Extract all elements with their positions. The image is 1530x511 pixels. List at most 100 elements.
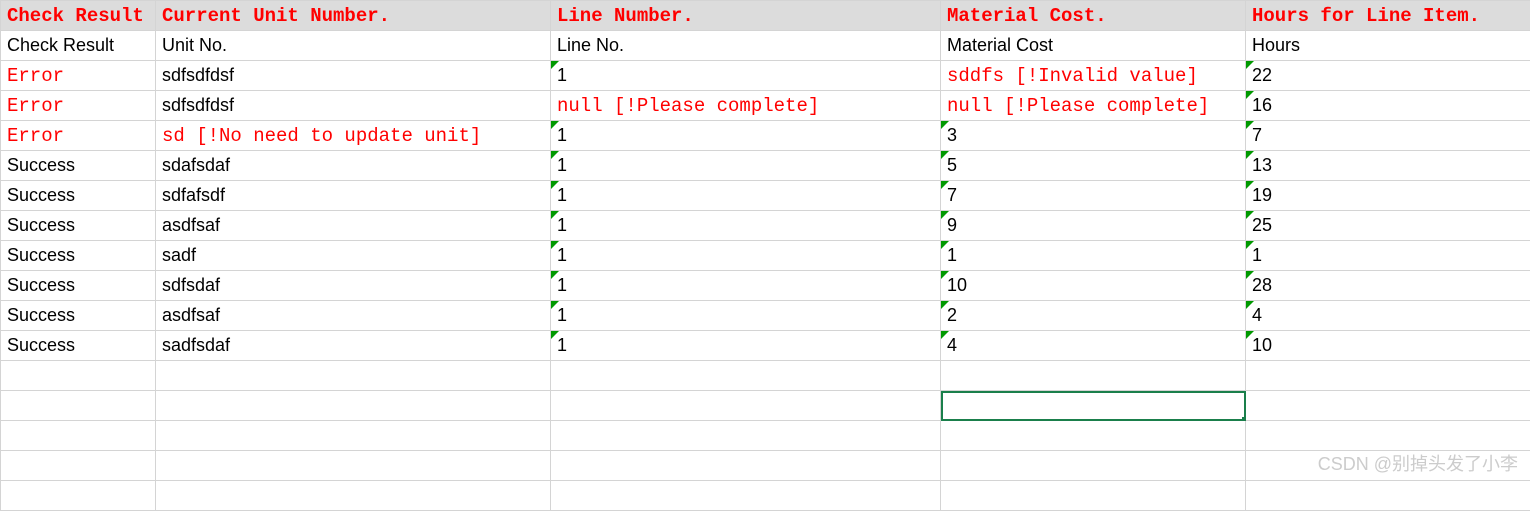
cell-empty[interactable] (941, 421, 1246, 451)
cell-empty[interactable] (1, 451, 156, 481)
table-row: Errorsdfsdfdsfnull [!Please complete]nul… (1, 91, 1530, 121)
cell-empty[interactable] (1, 361, 156, 391)
cell-material-cost[interactable]: 10 (941, 271, 1246, 301)
cell-material-cost[interactable]: null [!Please complete] (941, 91, 1246, 121)
cell-empty[interactable] (941, 451, 1246, 481)
cell-hours[interactable]: 22 (1246, 61, 1530, 91)
spreadsheet-grid[interactable]: Check ResultCurrent Unit Number.Line Num… (0, 0, 1530, 511)
cell-unit-no[interactable]: sdfsdfdsf (156, 91, 551, 121)
cell-hours[interactable]: 16 (1246, 91, 1530, 121)
cell-empty[interactable] (1, 481, 156, 511)
cell-status[interactable]: Success (1, 211, 156, 241)
cell-empty[interactable] (941, 361, 1246, 391)
table-row: Successsadfsdaf1410 (1, 331, 1530, 361)
cell-hours[interactable]: 28 (1246, 271, 1530, 301)
header-hours[interactable]: Hours for Line Item. (1246, 1, 1530, 31)
cell-line-no[interactable]: 1 (551, 271, 941, 301)
cell-unit-no[interactable]: sdafsdaf (156, 151, 551, 181)
table-row: Successasdfsaf1925 (1, 211, 1530, 241)
cell-empty[interactable] (156, 481, 551, 511)
cell-empty[interactable] (1246, 481, 1530, 511)
table-row-empty (1, 481, 1530, 511)
table-row-empty (1, 361, 1530, 391)
cell-unit-no[interactable]: sdfsdaf (156, 271, 551, 301)
cell-material-cost[interactable]: 9 (941, 211, 1246, 241)
cell-empty[interactable] (941, 481, 1246, 511)
cell-hours[interactable]: 4 (1246, 301, 1530, 331)
cell-hours[interactable]: 7 (1246, 121, 1530, 151)
cell-empty[interactable] (551, 481, 941, 511)
cell-empty[interactable] (551, 421, 941, 451)
cell-status[interactable]: Success (1, 331, 156, 361)
cell-status[interactable]: Success (1, 301, 156, 331)
table-row-empty (1, 451, 1530, 481)
cell-empty[interactable] (156, 451, 551, 481)
cell-line-no[interactable]: 1 (551, 211, 941, 241)
cell-status[interactable]: Success (1, 241, 156, 271)
cell-material-cost[interactable]: 1 (941, 241, 1246, 271)
subheader-line-no[interactable]: Line No. (551, 31, 941, 61)
header-unit-number[interactable]: Current Unit Number. (156, 1, 551, 31)
cell-line-no[interactable]: 1 (551, 181, 941, 211)
cell-empty[interactable] (1246, 391, 1530, 421)
cell-empty[interactable] (1246, 361, 1530, 391)
cell-status[interactable]: Error (1, 121, 156, 151)
cell-material-cost[interactable]: 7 (941, 181, 1246, 211)
table-row: Errorsdfsdfdsf1sddfs [!Invalid value]22 (1, 61, 1530, 91)
cell-empty[interactable] (156, 421, 551, 451)
header-line-number[interactable]: Line Number. (551, 1, 941, 31)
header-check-result[interactable]: Check Result (1, 1, 156, 31)
cell-line-no[interactable]: 1 (551, 151, 941, 181)
cell-line-no[interactable]: 1 (551, 331, 941, 361)
subheader-material-cost[interactable]: Material Cost (941, 31, 1246, 61)
cell-material-cost[interactable]: 4 (941, 331, 1246, 361)
cell-status[interactable]: Error (1, 61, 156, 91)
cell-status[interactable]: Success (1, 271, 156, 301)
cell-status[interactable]: Success (1, 151, 156, 181)
cell-unit-no[interactable]: sadfsdaf (156, 331, 551, 361)
cell-line-no[interactable]: 1 (551, 121, 941, 151)
cell-material-cost[interactable]: 2 (941, 301, 1246, 331)
cell-hours[interactable]: 1 (1246, 241, 1530, 271)
table-row-empty (1, 421, 1530, 451)
cell-empty[interactable] (1, 391, 156, 421)
cell-unit-no[interactable]: asdfsaf (156, 301, 551, 331)
table-row: Successasdfsaf124 (1, 301, 1530, 331)
cell-empty[interactable] (1246, 421, 1530, 451)
cell-line-no[interactable]: 1 (551, 241, 941, 271)
table-row-empty (1, 391, 1530, 421)
cell-empty[interactable] (551, 451, 941, 481)
cell-hours[interactable]: 19 (1246, 181, 1530, 211)
cell-unit-no[interactable]: sdfafsdf (156, 181, 551, 211)
cell-material-cost[interactable]: 3 (941, 121, 1246, 151)
column-name-row: Check ResultUnit No.Line No.Material Cos… (1, 31, 1530, 61)
cell-empty[interactable] (156, 391, 551, 421)
cell-status[interactable]: Error (1, 91, 156, 121)
cell-hours[interactable]: 10 (1246, 331, 1530, 361)
subheader-unit-no[interactable]: Unit No. (156, 31, 551, 61)
cell-unit-no[interactable]: sd [!No need to update unit] (156, 121, 551, 151)
cell-hours[interactable]: 13 (1246, 151, 1530, 181)
cell-unit-no[interactable]: sdfsdfdsf (156, 61, 551, 91)
cell-empty[interactable] (1246, 451, 1530, 481)
cell-line-no[interactable]: 1 (551, 61, 941, 91)
column-description-row: Check ResultCurrent Unit Number.Line Num… (1, 1, 1530, 31)
header-material-cost[interactable]: Material Cost. (941, 1, 1246, 31)
cell-unit-no[interactable]: sadf (156, 241, 551, 271)
cell-material-cost[interactable]: 5 (941, 151, 1246, 181)
subheader-hours[interactable]: Hours (1246, 31, 1530, 61)
cell-empty[interactable] (156, 361, 551, 391)
table-row: Successsdafsdaf1513 (1, 151, 1530, 181)
cell-empty[interactable] (1, 421, 156, 451)
cell-empty[interactable] (941, 391, 1246, 421)
subheader-check-result[interactable]: Check Result (1, 31, 156, 61)
cell-empty[interactable] (551, 361, 941, 391)
table-row: Errorsd [!No need to update unit]137 (1, 121, 1530, 151)
cell-status[interactable]: Success (1, 181, 156, 211)
cell-empty[interactable] (551, 391, 941, 421)
cell-material-cost[interactable]: sddfs [!Invalid value] (941, 61, 1246, 91)
cell-unit-no[interactable]: asdfsaf (156, 211, 551, 241)
cell-hours[interactable]: 25 (1246, 211, 1530, 241)
cell-line-no[interactable]: 1 (551, 301, 941, 331)
cell-line-no[interactable]: null [!Please complete] (551, 91, 941, 121)
